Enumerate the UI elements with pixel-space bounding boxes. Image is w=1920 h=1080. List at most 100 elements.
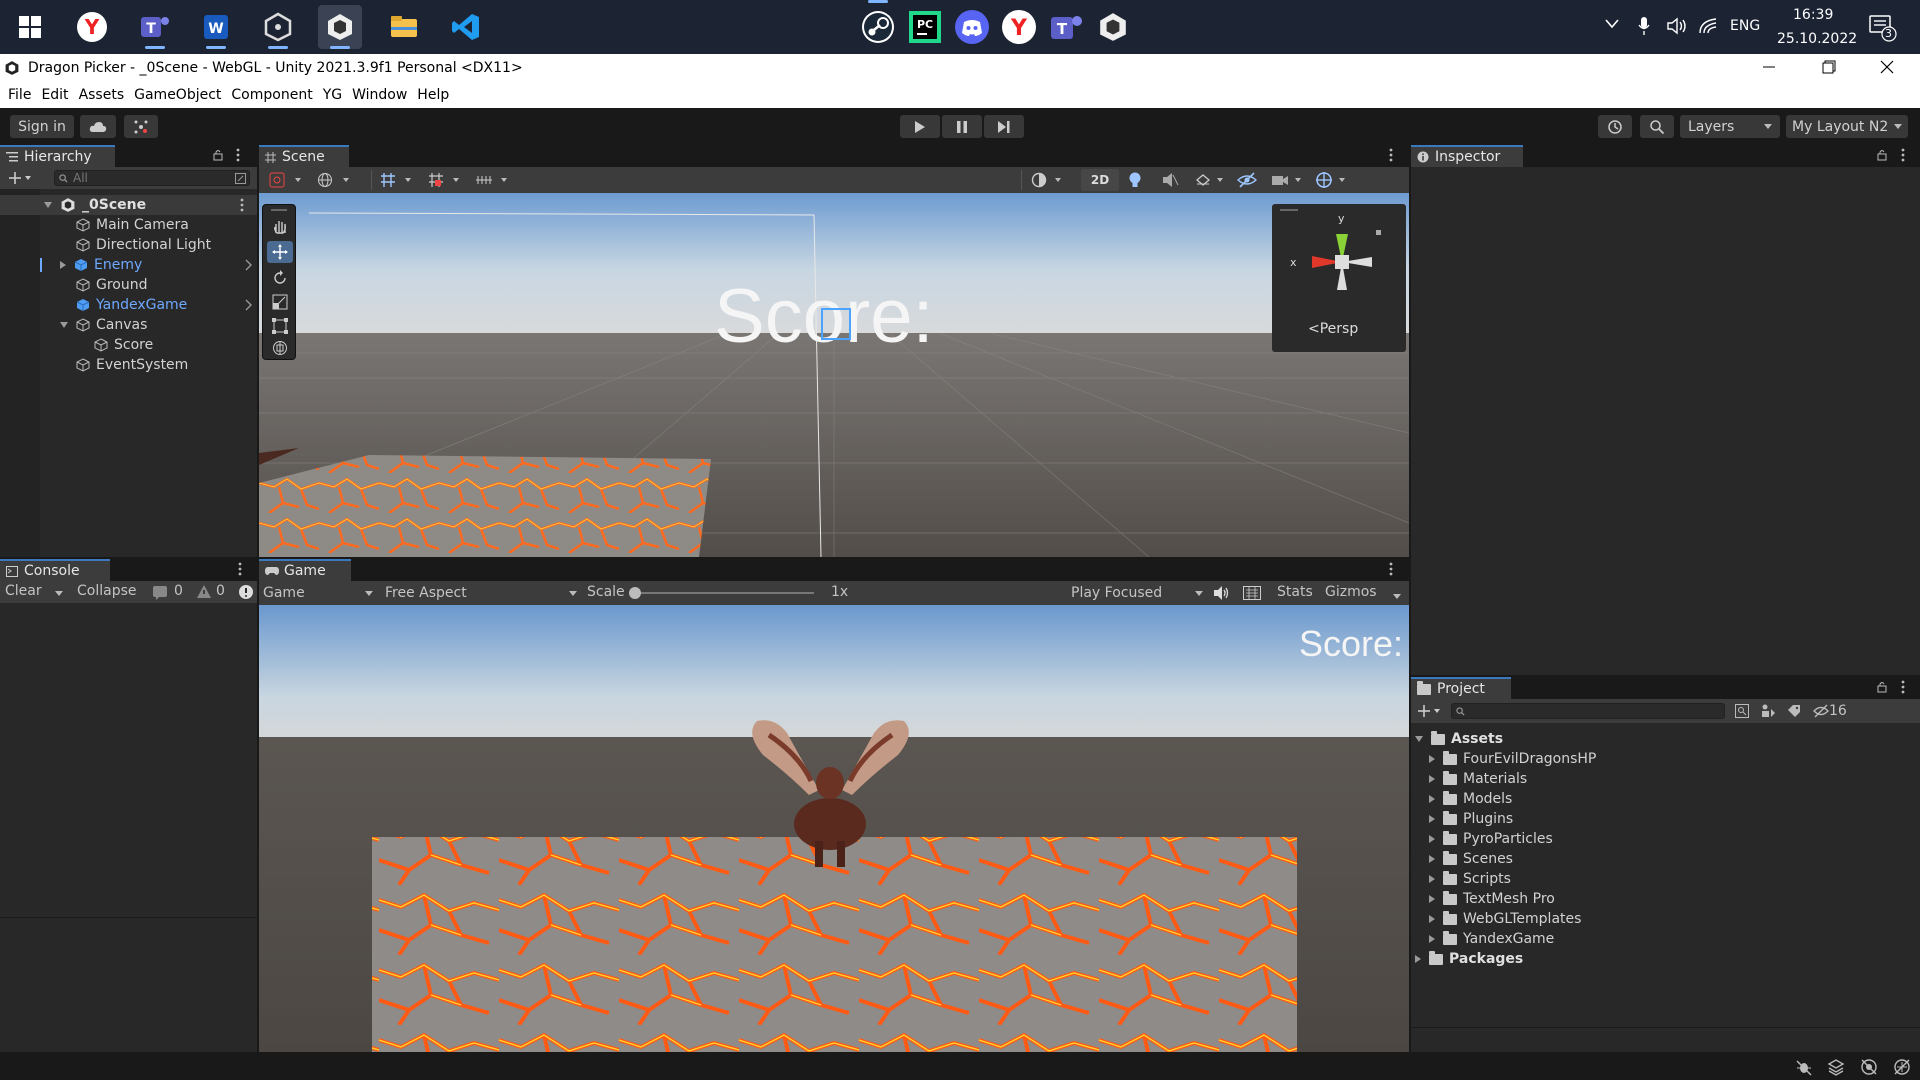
rect-tool-icon[interactable] [267, 315, 293, 337]
add-icon[interactable] [8, 170, 34, 186]
clock-date[interactable]: 25.10.2022 [1777, 31, 1857, 47]
project-folder[interactable]: Models [1429, 789, 1512, 809]
expand-arrow-icon[interactable] [1429, 875, 1435, 883]
discord-icon[interactable] [950, 5, 994, 49]
project-folder[interactable]: Plugins [1429, 809, 1513, 829]
unity-icon[interactable] [1091, 5, 1135, 49]
lighting-toggle-icon[interactable] [1127, 171, 1143, 189]
teams-icon[interactable]: T [133, 5, 177, 49]
expand-arrow-icon[interactable] [1429, 775, 1435, 783]
menu-component[interactable]: Component [231, 87, 312, 103]
menu-gameobject[interactable]: GameObject [134, 87, 221, 103]
project-folder[interactable]: FourEvilDragonsHP [1429, 749, 1596, 769]
aspect-dropdown[interactable]: Free Aspect [381, 584, 577, 602]
layout-dropdown[interactable]: My Layout N2 [1786, 115, 1908, 138]
tab-hierarchy[interactable]: Hierarchy [0, 145, 115, 167]
expand-arrow-icon[interactable] [1415, 736, 1423, 742]
hierarchy-item-score[interactable]: Score [94, 335, 153, 355]
menu-window[interactable]: Window [352, 87, 407, 103]
lock-icon[interactable] [1877, 149, 1887, 161]
project-folder[interactable]: Scripts [1429, 869, 1511, 889]
minimize-icon[interactable] [1762, 60, 1776, 74]
tab-console[interactable]: Console [0, 559, 110, 581]
unity-hub-icon[interactable] [256, 5, 300, 49]
file-explorer-icon[interactable] [382, 5, 426, 49]
shortcuts-icon[interactable] [1243, 586, 1261, 600]
filter-icon[interactable] [235, 173, 246, 184]
hierarchy-item-main-camera[interactable]: Main Camera [76, 215, 189, 235]
expand-arrow-icon[interactable] [1429, 815, 1435, 823]
scene-viewport[interactable]: Score: [259, 193, 1409, 557]
auto-generate-lighting-icon[interactable] [1860, 1058, 1878, 1076]
pycharm-icon[interactable]: PC [903, 5, 947, 49]
hierarchy-item-eventsystem[interactable]: EventSystem [76, 355, 188, 375]
project-assets-root[interactable]: Assets [1415, 729, 1503, 749]
tab-inspector[interactable]: Inspector [1411, 145, 1523, 167]
pause-button[interactable] [942, 115, 982, 138]
step-button[interactable] [984, 115, 1024, 138]
tag-icon[interactable] [1787, 704, 1801, 718]
kebab-menu-icon[interactable] [236, 148, 240, 162]
menu-yg[interactable]: YG [323, 87, 342, 103]
expand-arrow-icon[interactable] [1429, 895, 1435, 903]
increment-snap-dropdown[interactable] [475, 172, 515, 188]
project-packages-root[interactable]: Packages [1415, 949, 1523, 969]
orientation-gizmo[interactable]: y x <Persp [1272, 204, 1406, 352]
project-folder[interactable]: PyroParticles [1429, 829, 1553, 849]
kebab-menu-icon[interactable] [1389, 148, 1393, 162]
expand-arrow-icon[interactable] [1429, 855, 1435, 863]
microphone-icon[interactable] [1638, 16, 1650, 36]
sign-in-button[interactable]: Sign in [10, 115, 74, 138]
chevron-right-icon[interactable] [244, 259, 252, 271]
expand-arrow-icon[interactable] [60, 261, 66, 269]
scene-root[interactable]: _0Scene [44, 195, 146, 215]
menu-file[interactable]: File [8, 87, 31, 103]
volume-icon[interactable] [1666, 17, 1688, 35]
gizmos-dropdown[interactable] [1315, 171, 1351, 189]
project-search-input[interactable] [1451, 703, 1725, 719]
hand-tool-icon[interactable] [267, 215, 293, 237]
language-indicator[interactable]: ENG [1730, 18, 1760, 34]
hierarchy-search-input[interactable]: All [54, 170, 250, 186]
warning-filter-icon[interactable] [196, 584, 212, 599]
kebab-menu-icon[interactable] [1389, 562, 1393, 576]
wifi-icon[interactable] [1698, 17, 1718, 35]
chevron-up-icon[interactable] [1604, 18, 1620, 30]
chevron-right-icon[interactable] [244, 299, 252, 311]
axis-gizmo-icon[interactable] [1292, 212, 1392, 312]
tab-project[interactable]: Project [1411, 677, 1511, 699]
menu-edit[interactable]: Edit [41, 87, 68, 103]
hierarchy-item-enemy[interactable]: Enemy [60, 255, 142, 275]
hierarchy-item-canvas[interactable]: Canvas [60, 315, 147, 335]
expand-arrow-icon[interactable] [1429, 795, 1435, 803]
scale-slider-thumb[interactable] [629, 587, 641, 599]
scale-tool-icon[interactable] [267, 291, 293, 313]
expand-arrow-icon[interactable] [60, 322, 68, 328]
effects-dropdown[interactable] [1195, 171, 1231, 189]
transform-tool-icon[interactable] [267, 337, 293, 359]
search-by-type-icon[interactable] [1735, 704, 1749, 718]
tab-scene[interactable]: Scene [259, 145, 349, 167]
filter-by-label-icon[interactable] [1761, 704, 1775, 718]
notification-icon[interactable]: 3 [1868, 13, 1898, 43]
expand-arrow-icon[interactable] [1429, 915, 1435, 923]
global-local-dropdown[interactable] [317, 172, 357, 188]
scale-slider[interactable] [629, 587, 814, 599]
kebab-menu-icon[interactable] [240, 198, 244, 212]
vscode-icon[interactable] [444, 5, 488, 49]
expand-arrow-icon[interactable] [1429, 755, 1435, 763]
clock-time[interactable]: 16:39 [1793, 7, 1833, 23]
project-folder[interactable]: Materials [1429, 769, 1527, 789]
clear-options-dropdown[interactable] [55, 584, 63, 600]
layers-dropdown[interactable]: Layers [1680, 115, 1780, 138]
camera-dropdown[interactable] [1271, 171, 1307, 189]
restore-icon[interactable] [1822, 60, 1836, 74]
hierarchy-item-yandexgame[interactable]: YandexGame [76, 295, 187, 315]
tool-handle-dropdown[interactable] [269, 172, 309, 188]
collapse-button[interactable]: Collapse [77, 583, 137, 599]
stats-button[interactable]: Stats [1277, 584, 1313, 600]
mute-audio-icon[interactable] [1213, 585, 1229, 601]
hierarchy-item-ground[interactable]: Ground [76, 275, 148, 295]
grid-snap-dropdown[interactable] [427, 172, 467, 188]
move-tool-icon[interactable] [267, 241, 293, 263]
